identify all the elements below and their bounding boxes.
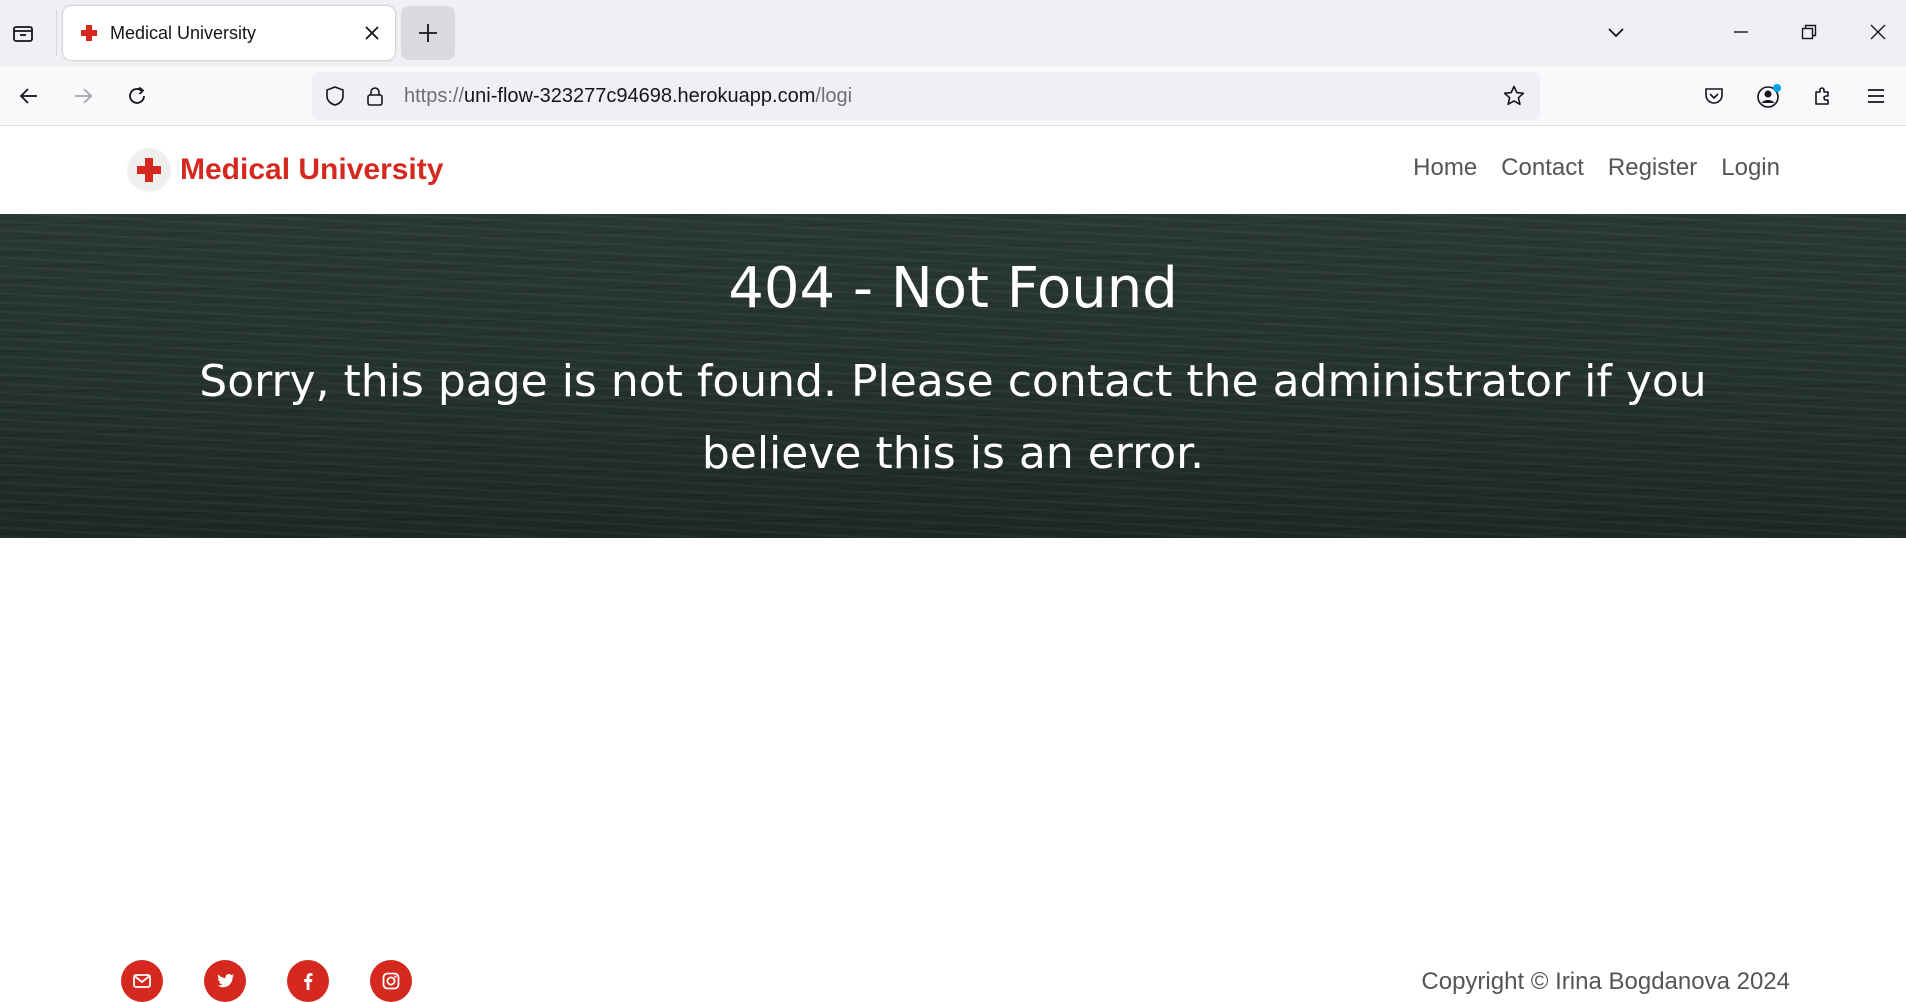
nav-contact-link[interactable]: Contact — [1501, 154, 1584, 182]
reload-icon[interactable] — [117, 76, 157, 116]
app-menu-icon[interactable] — [1856, 76, 1896, 116]
url-scheme: https:// — [404, 85, 465, 107]
tab-title: Medical University — [110, 23, 257, 43]
nav-register-link[interactable]: Register — [1608, 154, 1697, 182]
url-host: uni-flow-323277c94698.herokuapp.com — [464, 85, 816, 107]
list-all-tabs-icon[interactable] — [6, 16, 40, 50]
error-message: Sorry, this page is not found. Please co… — [199, 356, 1707, 479]
close-window-icon[interactable] — [1860, 14, 1896, 50]
site-header: Medical University Home Contact Register… — [0, 127, 1906, 214]
nav-login-link[interactable]: Login — [1721, 154, 1780, 182]
tab-strip-divider — [56, 10, 57, 56]
error-heading: 404 - Not Found — [728, 256, 1178, 321]
close-tab-icon[interactable] — [359, 20, 385, 46]
url-path: /logi — [815, 85, 853, 107]
site-footer: Copyright © Irina Bogdanova 2024 — [0, 950, 1906, 1002]
address-bar[interactable]: https://uni-flow-323277c94698.herokuapp.… — [312, 72, 1540, 120]
browser-tab-strip: Medical University — [0, 0, 1906, 66]
plus-icon — [419, 24, 437, 42]
pocket-icon[interactable] — [1694, 76, 1734, 116]
forward-arrow-icon[interactable] — [63, 76, 103, 116]
browser-toolbar: https://uni-flow-323277c94698.herokuapp.… — [0, 66, 1906, 126]
url-text[interactable]: https://uni-flow-323277c94698.herokuapp.… — [404, 85, 852, 108]
bookmark-star-icon[interactable] — [1502, 84, 1526, 108]
lock-icon[interactable] — [363, 84, 387, 108]
minimize-icon[interactable] — [1723, 14, 1759, 50]
back-arrow-icon[interactable] — [9, 76, 49, 116]
extensions-icon[interactable] — [1803, 76, 1843, 116]
account-icon[interactable] — [1749, 76, 1789, 116]
brand-name: Medical University — [180, 153, 444, 186]
copyright-text: Copyright © Irina Bogdanova 2024 — [1421, 968, 1790, 995]
new-tab-button[interactable] — [401, 6, 455, 60]
active-tab[interactable]: Medical University — [63, 6, 395, 60]
tracking-shield-icon[interactable] — [323, 84, 347, 108]
nav-home-link[interactable]: Home — [1413, 154, 1477, 182]
red-cross-logo-icon — [128, 149, 170, 191]
brand-link[interactable]: Medical University — [128, 149, 443, 191]
favicon-red-cross-icon — [80, 24, 98, 42]
error-banner: 404 - Not Found Sorry, this page is not … — [0, 214, 1906, 538]
restore-icon[interactable] — [1791, 14, 1827, 50]
main-nav: Home Contact Register Login — [1413, 154, 1780, 182]
tab-overflow-chevron-icon[interactable] — [1598, 14, 1634, 50]
